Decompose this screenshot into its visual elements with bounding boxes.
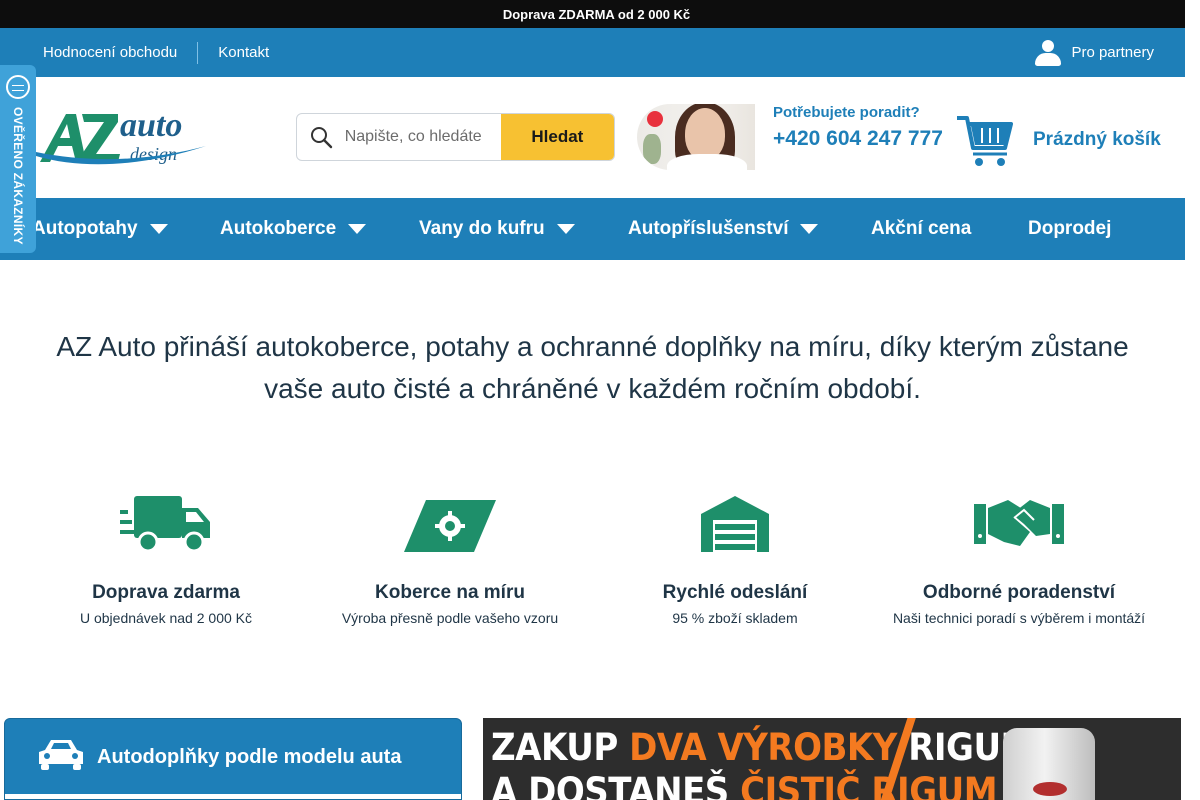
partners-label: Pro partnery xyxy=(1071,44,1154,61)
contact-question: Potřebujete poradit? xyxy=(773,104,920,121)
nav-item-doprodej[interactable]: Doprodej xyxy=(1028,198,1111,260)
nav-item-label: Doprodej xyxy=(1028,218,1112,239)
seal-icon xyxy=(6,75,30,99)
az-auto-logo[interactable]: auto design xyxy=(34,100,208,170)
cart-label[interactable]: Prázdný košík xyxy=(1033,129,1161,151)
feature-title: Rychlé odeslání xyxy=(662,582,808,603)
secondary-bar: Hodnocení obchodu Kontakt Pro partnery xyxy=(0,28,1185,77)
nav-item-akcni-cena[interactable]: Akční cena xyxy=(871,198,971,260)
nav-item-vany-do-kufru[interactable]: Vany do kufru xyxy=(419,198,575,260)
truck-icon xyxy=(16,490,316,552)
main-navigation: Autopotahy Autokoberce Vany do kufru Aut… xyxy=(0,198,1185,260)
model-selector-label: Autodoplňky podle modelu auta xyxy=(97,745,402,768)
chevron-down-icon xyxy=(800,224,819,234)
banner-line-1: ZAKUP DVA VÝROBKY RIGUM xyxy=(491,726,1034,770)
badge-text: OVĚŘENO ZÁKAZNÍKY xyxy=(11,107,25,245)
feature-expert-advice: Odborné poradenství Naši technici poradí… xyxy=(869,490,1169,626)
contact-block: Potřebujete poradit? +420 604 247 777 xyxy=(773,104,943,151)
partners-link[interactable]: Pro partnery xyxy=(1035,28,1154,77)
search-icon xyxy=(297,114,345,160)
gear-ticket-icon xyxy=(300,490,600,552)
handshake-icon xyxy=(869,490,1169,552)
nav-item-autoprislusenstvi[interactable]: Autopříslušenství xyxy=(628,198,819,260)
nav-item-label: Autopříslušenství xyxy=(628,218,789,239)
online-status-dot xyxy=(647,111,663,127)
feature-custom-mats: Koberce na míru Výroba přesně podle vaše… xyxy=(300,490,600,626)
secondary-links: Hodnocení obchodu Kontakt xyxy=(43,28,269,77)
nav-item-autokoberce[interactable]: Autokoberce xyxy=(220,198,367,260)
feature-title: Doprava zdarma xyxy=(92,582,240,603)
search-input[interactable] xyxy=(344,114,501,160)
banner-line-2: A DOSTANEŠ ČISTIČ RIGUM xyxy=(491,770,998,800)
svg-text:auto: auto xyxy=(120,107,182,144)
person-icon xyxy=(1035,39,1062,66)
feature-desc: Naši technici poradí s výběrem i montáží xyxy=(892,610,1146,626)
nav-item-label: Vany do kufru xyxy=(419,218,545,239)
divider xyxy=(197,41,199,64)
nav-item-autopotahy[interactable]: Autopotahy xyxy=(32,198,168,260)
feature-desc: U objednávek nad 2 000 Kč xyxy=(79,610,252,626)
cart-icon[interactable] xyxy=(955,112,1015,168)
search-button[interactable]: Hledat xyxy=(500,114,614,160)
announcement-bar: Doprava ZDARMA od 2 000 Kč xyxy=(0,0,1185,28)
car-icon xyxy=(37,738,85,776)
feature-title: Koberce na míru xyxy=(375,582,525,603)
link-store-rating[interactable]: Hodnocení obchodu xyxy=(43,44,177,61)
model-selector-box[interactable]: Autodoplňky podle modelu auta xyxy=(4,718,462,800)
feature-fast-dispatch: Rychlé odeslání 95 % zboží skladem xyxy=(585,490,885,626)
chevron-down-icon xyxy=(556,224,575,234)
chevron-down-icon xyxy=(348,224,367,234)
feature-desc: Výroba přesně podle vašeho vzoru xyxy=(341,610,559,626)
rigum-promo-banner[interactable]: ZAKUP DVA VÝROBKY RIGUM A DOSTANEŠ ČISTI… xyxy=(483,718,1181,800)
link-contact[interactable]: Kontakt xyxy=(218,44,269,61)
warehouse-icon xyxy=(585,490,885,552)
announcement-text: Doprava ZDARMA od 2 000 Kč xyxy=(502,6,691,22)
nav-item-label: Autopotahy xyxy=(32,218,138,239)
feature-free-shipping: Doprava zdarma U objednávek nad 2 000 Kč xyxy=(16,490,316,626)
logo-graphic: auto design xyxy=(36,107,206,165)
nav-item-label: Autokoberce xyxy=(220,218,337,239)
feature-title: Odborné poradenství xyxy=(922,582,1116,603)
hero-text: AZ Auto přináší autokoberce, potahy a oc… xyxy=(56,331,1129,404)
chevron-down-icon xyxy=(149,224,168,234)
contact-phone[interactable]: +420 604 247 777 xyxy=(773,127,943,151)
nav-item-label: Akční cena xyxy=(871,218,972,239)
verified-by-customers-badge[interactable]: OVĚŘENO ZÁKAZNÍKY xyxy=(0,65,36,253)
search-bar: Hledat xyxy=(296,113,615,161)
product-image xyxy=(1003,728,1095,800)
feature-desc: 95 % zboží skladem xyxy=(672,610,798,626)
